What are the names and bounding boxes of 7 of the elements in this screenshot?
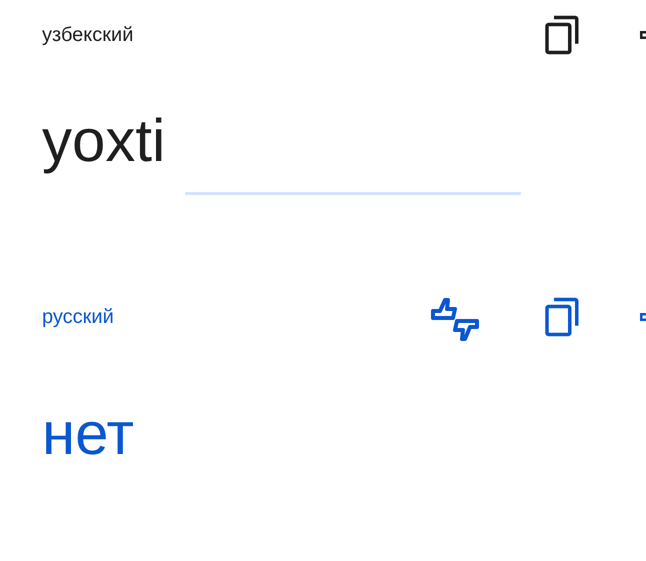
source-language-label: узбекский [42,24,134,46]
partial-icon[interactable] [640,29,646,41]
partial-icon[interactable] [640,311,646,323]
source-text: yoxti [42,106,166,176]
translation-text: нет [42,399,135,469]
target-language-label: русский [42,306,114,328]
thumbs-feedback-icon[interactable] [430,297,480,343]
